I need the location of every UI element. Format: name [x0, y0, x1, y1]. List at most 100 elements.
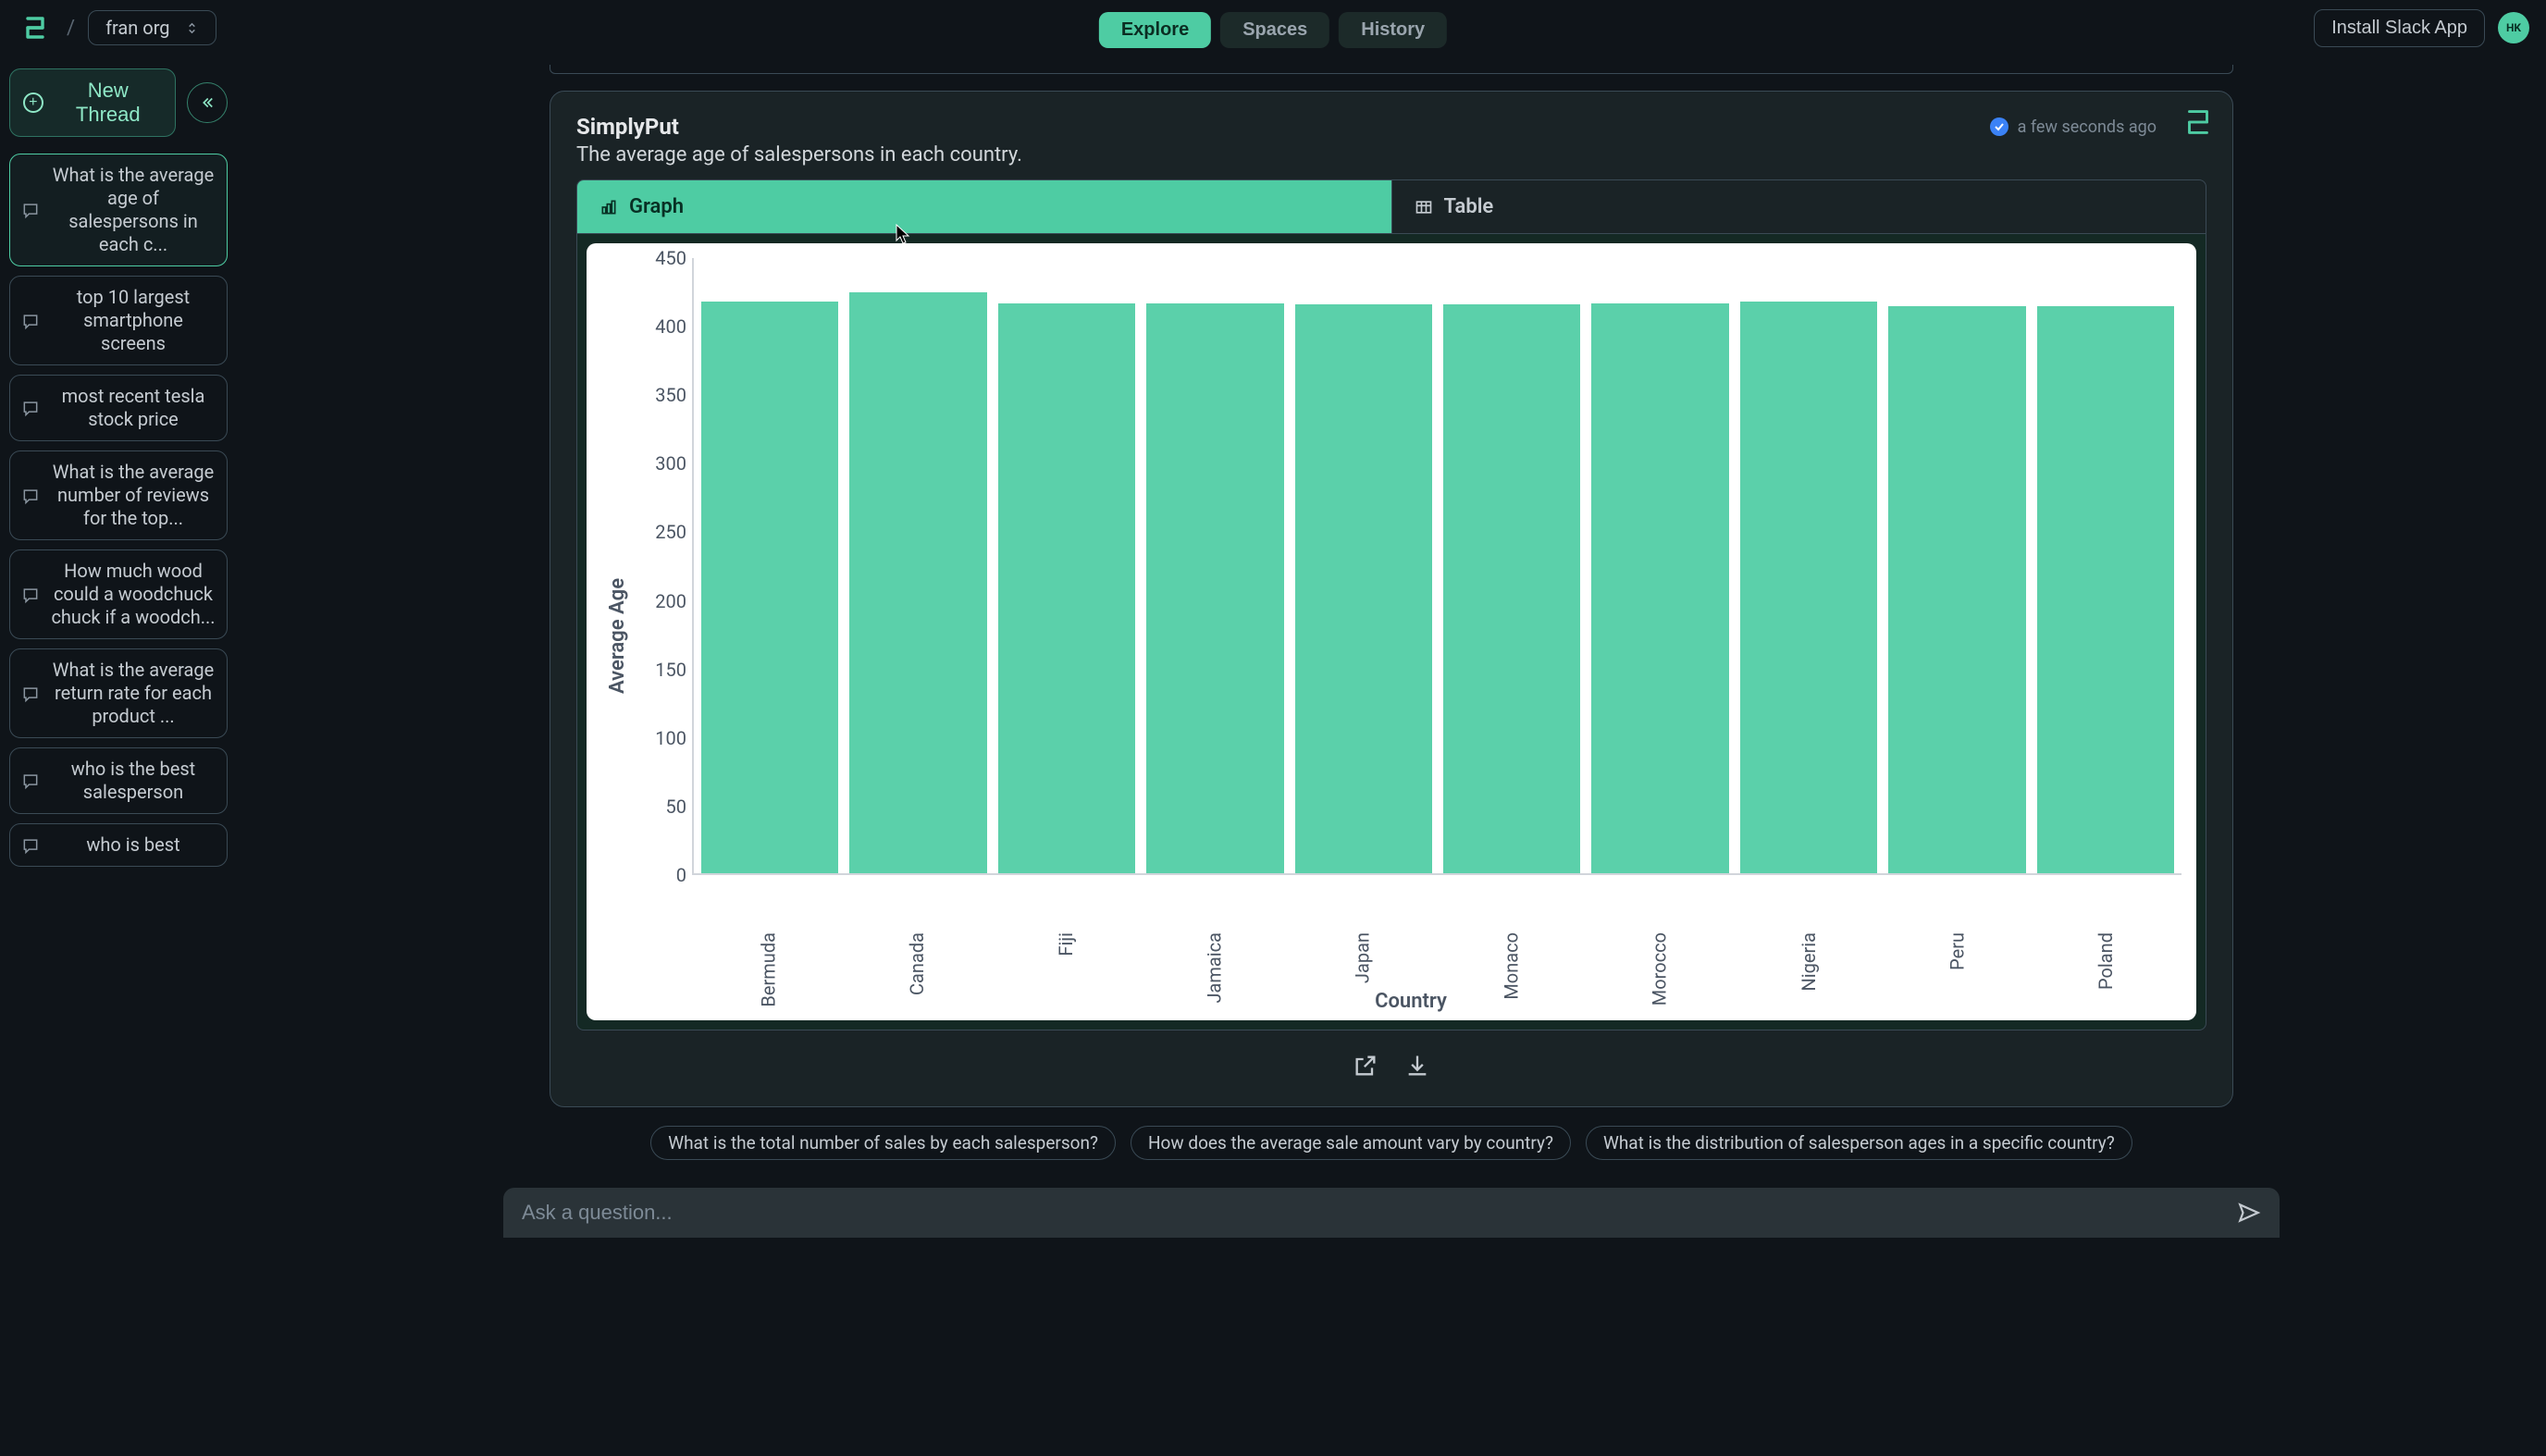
- thread-label: who is best: [51, 833, 216, 857]
- x-tick: Poland: [2036, 884, 2174, 986]
- tab-spaces[interactable]: Spaces: [1220, 12, 1329, 48]
- suggestion-chip[interactable]: How does the average sale amount vary by…: [1131, 1126, 1571, 1160]
- thread-list: What is the average age of salespersons …: [9, 154, 228, 867]
- bar[interactable]: [1295, 304, 1432, 873]
- chat-icon: [21, 685, 40, 703]
- thread-label: top 10 largest smartphone screens: [51, 286, 216, 355]
- nav-tabs: Explore Spaces History: [1099, 12, 1447, 48]
- sidebar-thread-item[interactable]: who is the best salesperson: [9, 747, 228, 814]
- plus-icon: +: [23, 93, 43, 113]
- thread-label: What is the average age of salespersons …: [51, 164, 216, 256]
- app-logo[interactable]: [17, 9, 54, 46]
- suggestion-chip[interactable]: What is the total number of sales by eac…: [650, 1126, 1116, 1160]
- x-tick: Nigeria: [1739, 884, 1877, 986]
- table-icon: [1415, 198, 1433, 216]
- question-input[interactable]: [522, 1201, 2237, 1225]
- bar[interactable]: [701, 302, 838, 873]
- sidebar-thread-item[interactable]: who is best: [9, 823, 228, 867]
- chat-icon: [21, 487, 40, 505]
- chat-icon: [21, 586, 40, 604]
- sidebar-thread-item[interactable]: What is the average number of reviews fo…: [9, 450, 228, 540]
- x-tick: Morocco: [1591, 884, 1729, 986]
- chart-frame: Average Age 050100150200250300350400450 …: [576, 233, 2206, 1030]
- body: + New Thread What is the average age of …: [0, 56, 2546, 1456]
- x-ticks: BermudaCanadaFijiJamaicaJapanMonacoMoroc…: [692, 875, 2181, 986]
- chat-icon: [21, 771, 40, 790]
- sort-icon: [185, 21, 199, 35]
- chevron-left-icon: [199, 94, 216, 111]
- view-tab-graph[interactable]: Graph: [577, 180, 1391, 233]
- suggested-questions: What is the total number of sales by eac…: [550, 1126, 2233, 1160]
- external-link-icon: [1353, 1053, 1378, 1079]
- send-button[interactable]: [2237, 1201, 2261, 1225]
- new-thread-button[interactable]: + New Thread: [9, 68, 176, 137]
- ylabel-wrap: Average Age: [601, 258, 635, 1013]
- x-tick: Monaco: [1442, 884, 1580, 986]
- bot-name: SimplyPut: [576, 114, 679, 140]
- x-tick: Peru: [1888, 884, 2026, 986]
- chart: Average Age 050100150200250300350400450 …: [587, 243, 2196, 1020]
- y-tick: 350: [655, 384, 686, 406]
- bar[interactable]: [1740, 302, 1877, 873]
- org-name: fran org: [105, 17, 169, 39]
- y-ticks: 050100150200250300350400450: [640, 258, 692, 875]
- view-tab-table-label: Table: [1444, 195, 1494, 218]
- xlabel: Country: [640, 990, 2181, 1013]
- app-header: / fran org Explore Spaces History Instal…: [0, 0, 2546, 56]
- y-tick: 450: [655, 247, 686, 269]
- verified-icon: [1990, 117, 2008, 136]
- thread-label: who is the best salesperson: [51, 758, 216, 804]
- chat-icon: [21, 201, 40, 219]
- sidebar-thread-item[interactable]: What is the average age of salespersons …: [9, 154, 228, 266]
- y-tick: 200: [655, 590, 686, 612]
- sidebar-thread-item[interactable]: top 10 largest smartphone screens: [9, 276, 228, 365]
- send-icon: [2237, 1201, 2261, 1225]
- tab-history[interactable]: History: [1339, 12, 1447, 48]
- bars: [692, 258, 2181, 875]
- thread-label: How much wood could a woodchuck chuck if…: [51, 560, 216, 629]
- view-tab-table[interactable]: Table: [1391, 180, 2206, 233]
- chat-icon: [21, 312, 40, 330]
- bar-chart-icon: [599, 198, 618, 216]
- sidebar-thread-item[interactable]: How much wood could a woodchuck chuck if…: [9, 549, 228, 639]
- view-tab-graph-label: Graph: [629, 195, 684, 218]
- y-tick: 250: [655, 521, 686, 543]
- bar[interactable]: [1888, 306, 2025, 873]
- sidebar-collapse-button[interactable]: [187, 82, 228, 123]
- x-tick: Bermuda: [699, 884, 837, 986]
- main: SimplyPut a few seconds ago The average …: [237, 56, 2546, 1456]
- timestamp: a few seconds ago: [2018, 117, 2157, 137]
- thread-label: What is the average return rate for each…: [51, 659, 216, 728]
- download-button[interactable]: [1404, 1053, 1430, 1079]
- chat-icon: [21, 399, 40, 417]
- x-tick: Fiji: [996, 884, 1134, 986]
- new-thread-label: New Thread: [55, 79, 162, 127]
- bar[interactable]: [1443, 304, 1580, 873]
- download-icon: [1404, 1053, 1430, 1079]
- bar[interactable]: [849, 292, 986, 873]
- org-picker[interactable]: fran org: [88, 10, 216, 45]
- sidebar-thread-item[interactable]: most recent tesla stock price: [9, 375, 228, 441]
- y-tick: 0: [676, 864, 686, 886]
- y-tick: 300: [655, 452, 686, 475]
- bar[interactable]: [1591, 303, 1728, 873]
- suggestion-chip[interactable]: What is the distribution of salesperson …: [1586, 1126, 2132, 1160]
- regenerate-button[interactable]: [2181, 105, 2216, 140]
- tab-explore[interactable]: Explore: [1099, 12, 1211, 48]
- sidebar-thread-item[interactable]: What is the average return rate for each…: [9, 648, 228, 738]
- status-area: a few seconds ago: [1990, 117, 2157, 137]
- thread-label: most recent tesla stock price: [51, 385, 216, 431]
- chat-icon: [21, 836, 40, 855]
- bar[interactable]: [1146, 303, 1283, 873]
- open-external-button[interactable]: [1353, 1053, 1378, 1079]
- y-tick: 150: [655, 659, 686, 681]
- avatar[interactable]: HK: [2498, 12, 2529, 43]
- bar[interactable]: [998, 303, 1135, 873]
- answer-description: The average age of salespersons in each …: [576, 143, 2206, 167]
- y-tick: 50: [666, 796, 686, 818]
- sidebar-actions: + New Thread: [9, 68, 228, 137]
- bar[interactable]: [2037, 306, 2174, 873]
- install-slack-button[interactable]: Install Slack App: [2314, 9, 2485, 47]
- breadcrumb-separator: /: [67, 17, 75, 40]
- refresh-icon: [2181, 105, 2216, 140]
